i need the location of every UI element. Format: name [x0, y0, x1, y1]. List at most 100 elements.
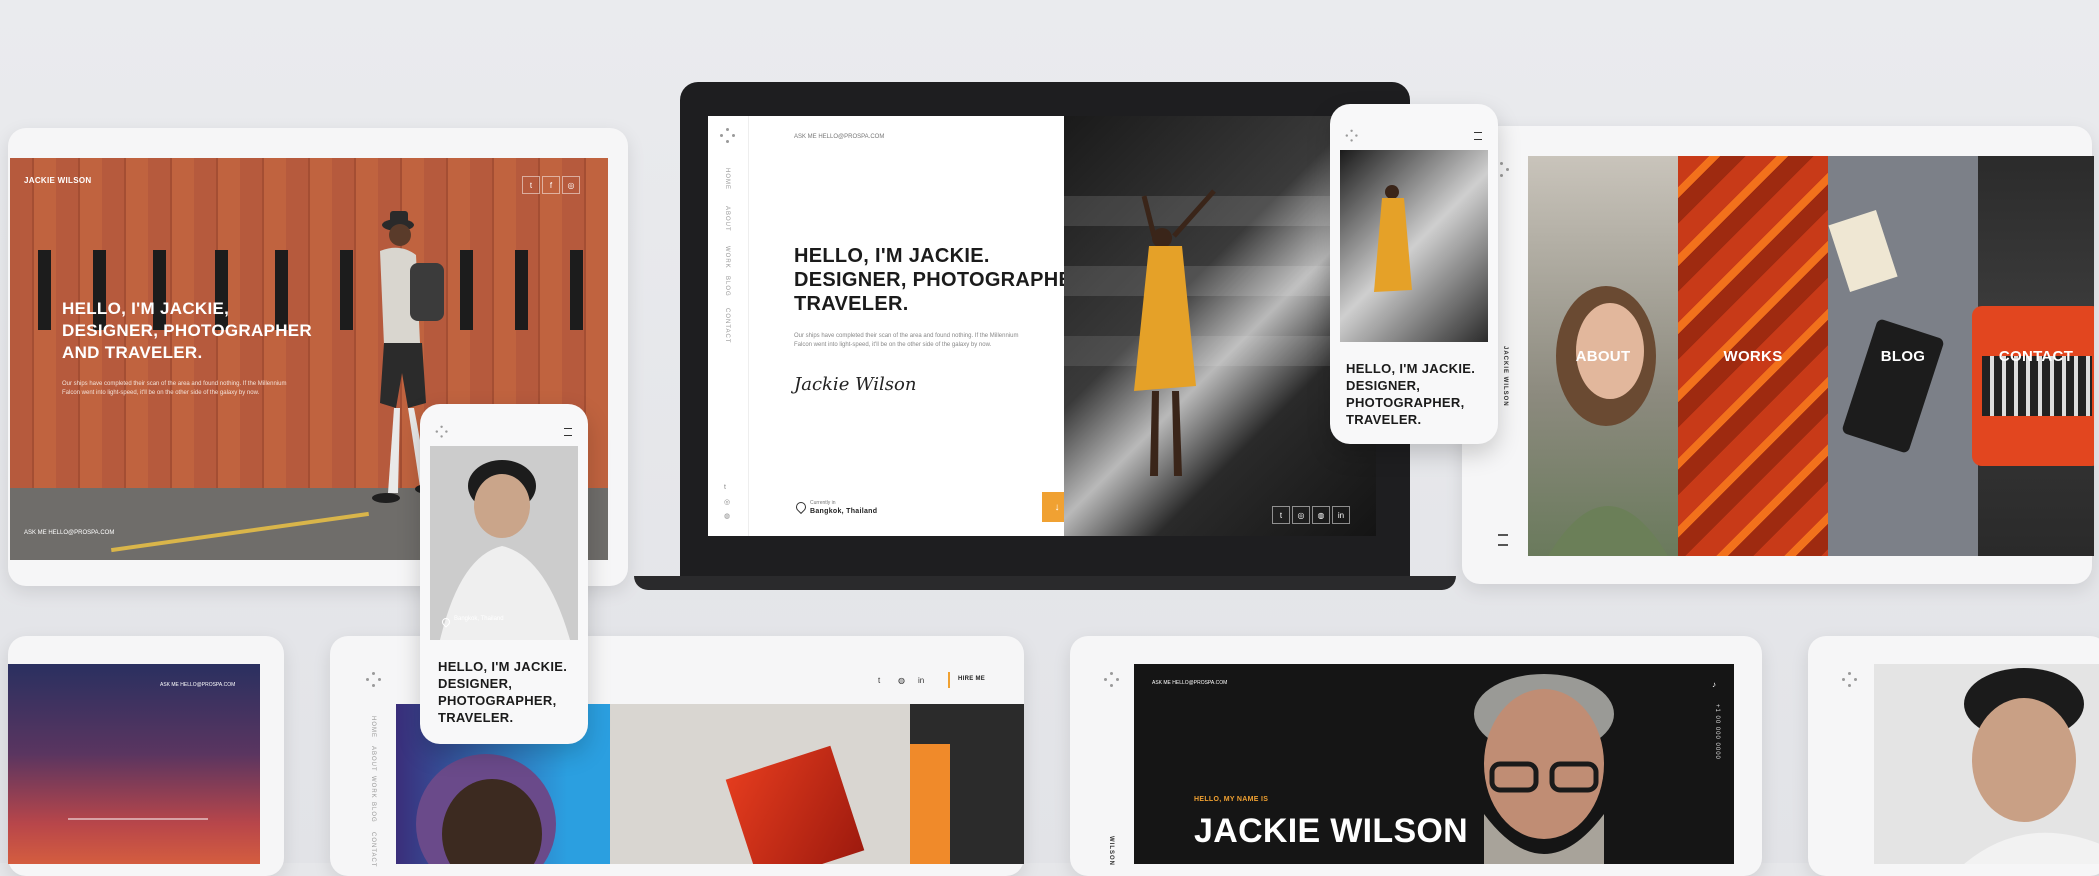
brand-label: JACKIE WILSON	[24, 176, 92, 185]
woman-yellow-dress-image	[1134, 189, 1216, 476]
phone-photo: Bangkok, Thailand	[430, 446, 578, 640]
headline-line: TRAVELER.	[438, 710, 514, 725]
nav-contact[interactable]: CONTACT	[370, 832, 376, 868]
menu-icon[interactable]	[1498, 534, 1508, 546]
nav-about[interactable]: ABOUT	[724, 206, 730, 232]
headline-line: DESIGNER,	[438, 676, 513, 691]
horizon-line	[68, 818, 208, 820]
nav-work[interactable]: WORK	[724, 246, 730, 269]
top-contact-link[interactable]: ASK ME HELLO@PROSPA.COM	[160, 682, 235, 688]
headline-line: DESIGNER, PHOTOGRAPHER,	[794, 269, 1093, 291]
twitter-icon[interactable]: t	[878, 676, 880, 685]
logo-icon[interactable]	[366, 672, 382, 688]
instagram-icon[interactable]: ◎	[1292, 506, 1310, 524]
brand-vertical: WILSON	[1108, 836, 1114, 866]
phone-headline: HELLO, I'M JACKIE. DESIGNER, PHOTOGRAPHE…	[1346, 360, 1475, 428]
hire-me-link[interactable]: HIRE ME	[958, 676, 985, 682]
tablet-bottom-right	[1808, 636, 2099, 876]
dark-photo	[910, 704, 1024, 864]
hero-paragraph: Our ships have completed their scan of t…	[62, 381, 287, 396]
phone-photo	[1340, 150, 1488, 342]
laptop-base	[634, 576, 1456, 590]
accent-divider	[948, 672, 950, 688]
facebook-icon[interactable]: f	[542, 176, 560, 194]
phone-link-icon[interactable]: ♪	[1712, 680, 1716, 689]
panel-label: ABOUT	[1575, 348, 1631, 365]
sidebar-instagram-icon[interactable]: ◎	[724, 498, 730, 506]
wall-window	[515, 250, 528, 330]
wall-window	[570, 250, 583, 330]
headline-line: TRAVELER.	[794, 293, 909, 315]
nav-blog[interactable]: BLOG	[370, 802, 376, 823]
linkedin-icon[interactable]: in	[918, 676, 924, 685]
phone-left: Bangkok, Thailand HELLO, I'M JACKIE. DES…	[420, 404, 588, 744]
laptop-paragraph: Our ships have completed their scan of t…	[794, 333, 1019, 348]
laptop-headline: HELLO, I'M JACKIE. DESIGNER, PHOTOGRAPHE…	[794, 244, 1093, 316]
menu-icon[interactable]	[1474, 132, 1482, 140]
man-screen	[1874, 664, 2099, 864]
jackie-screen: ASK ME HELLO@PROSPA.COM HELLO, MY NAME I…	[1134, 664, 1734, 864]
panels-screen: ABOUT WORKS BLOG CONTACT	[1528, 156, 2094, 556]
twitter-icon[interactable]: t	[522, 176, 540, 194]
panel-contact[interactable]: CONTACT	[1972, 156, 2094, 556]
logo-icon[interactable]	[435, 425, 449, 439]
headline-line: HELLO, I'M JACKIE.	[1346, 361, 1476, 376]
logo-icon[interactable]	[1104, 672, 1120, 688]
tablet-device-image	[1841, 318, 1945, 454]
nav-contact[interactable]: CONTACT	[724, 308, 730, 344]
dribbble-icon[interactable]: ◍	[898, 676, 905, 685]
red-foil-image	[725, 745, 865, 864]
phone-right: HELLO, I'M JACKIE. DESIGNER, PHOTOGRAPHE…	[1330, 104, 1498, 444]
location-pin-icon	[793, 499, 809, 515]
instagram-icon[interactable]: ◎	[562, 176, 580, 194]
man-portrait-image	[440, 460, 570, 640]
nav-home[interactable]: HOME	[370, 716, 376, 738]
headline-line: PHOTOGRAPHER,	[1346, 395, 1465, 410]
woman-yellow-dress-image	[1374, 185, 1412, 292]
wall-window	[38, 250, 51, 330]
sidebar-dribbble-icon[interactable]: ◍	[724, 512, 730, 520]
arrow-down-icon: ↓	[1054, 501, 1060, 513]
social-icons: t f ◎	[522, 176, 592, 194]
footer-contact[interactable]: ASK ME HELLO@PROSPA.COM	[24, 530, 114, 536]
panel-works[interactable]: WORKS	[1678, 156, 1828, 556]
headline-line: HELLO, I'M JACKIE,	[62, 299, 230, 318]
nav-about[interactable]: ABOUT	[370, 746, 376, 772]
twitter-icon[interactable]: t	[1272, 506, 1290, 524]
logo-icon[interactable]	[720, 128, 736, 144]
panel-label: BLOG	[1880, 348, 1926, 365]
panel-about[interactable]: ABOUT	[1528, 156, 1678, 556]
top-contact-link[interactable]: ASK ME HELLO@PROSPA.COM	[794, 134, 884, 140]
laptop-sidebar: HOME ABOUT WORK BLOG CONTACT t ◎ ◍	[708, 116, 749, 536]
nav-blog[interactable]: BLOG	[724, 276, 730, 297]
logo-icon[interactable]	[1842, 672, 1858, 688]
panel-label: WORKS	[1723, 348, 1783, 365]
laptop: HOME ABOUT WORK BLOG CONTACT t ◎ ◍ ASK M…	[634, 82, 1456, 590]
nav-home[interactable]: HOME	[724, 168, 730, 190]
menu-icon[interactable]	[564, 428, 572, 436]
headline-line: DESIGNER,	[1346, 378, 1421, 393]
dribbble-icon[interactable]: ◍	[1312, 506, 1330, 524]
location-label: Currently in	[810, 500, 836, 506]
phone-headline: HELLO, I'M JACKIE. DESIGNER, PHOTOGRAPHE…	[438, 658, 567, 726]
phone-number[interactable]: +1 00 000 0000	[1714, 704, 1720, 760]
headline-line: HELLO, I'M JACKIE.	[438, 659, 568, 674]
panel-label: CONTACT	[1998, 348, 2074, 365]
laptop-screen: HOME ABOUT WORK BLOG CONTACT t ◎ ◍ ASK M…	[708, 116, 1376, 536]
orange-accent-image	[910, 744, 950, 864]
panel-blog[interactable]: BLOG	[1828, 156, 1978, 556]
nav-work[interactable]: WORK	[370, 776, 376, 799]
photo-social-icons: t ◎ ◍ in	[1272, 506, 1362, 524]
book-image	[1828, 209, 1898, 293]
showcase-background: JACKIE WILSON t f ◎ HELLO, I'M JACKIE, D…	[0, 0, 2099, 876]
linkedin-icon[interactable]: in	[1332, 506, 1350, 524]
signature: Jackie Wilson	[794, 374, 917, 395]
tablet-bottom-jackie: WILSON ASK ME HELLO@PROSPA.COM HELLO, MY…	[1070, 636, 1762, 876]
logo-icon[interactable]	[1345, 129, 1359, 143]
top-contact-link[interactable]: ASK ME HELLO@PROSPA.COM	[1152, 680, 1227, 686]
sidebar-twitter-icon[interactable]: t	[724, 484, 726, 491]
headline-line: TRAVELER.	[1346, 412, 1422, 427]
wall-window	[460, 250, 473, 330]
headline-line: AND TRAVELER.	[62, 343, 203, 362]
headline-line: DESIGNER, PHOTOGRAPHER	[62, 321, 312, 340]
